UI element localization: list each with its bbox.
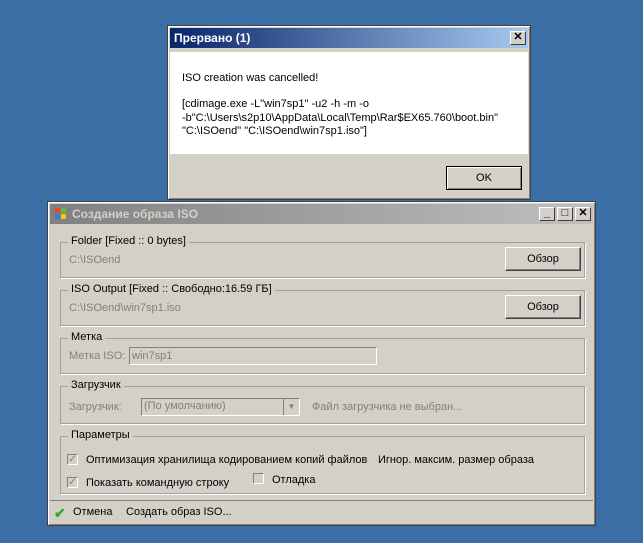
iso-output-path: C:\ISOend\win7sp1.iso (69, 302, 181, 314)
main-window: Создание образа ISO _ □ ✕ Folder [Fixed … (47, 201, 596, 526)
iso-output-group: ISO Output [Fixed :: Свободно:16.59 ГБ] … (60, 283, 585, 326)
iso-output-legend: ISO Output [Fixed :: Свободно:16.59 ГБ] (68, 283, 275, 295)
close-icon[interactable]: ✕ (510, 31, 526, 45)
dialog-title: Прервано (1) (174, 31, 251, 45)
folder-group: Folder [Fixed :: 0 bytes] C:\ISOend Обзо… (60, 235, 585, 278)
main-title: Создание образа ISO (72, 207, 199, 221)
opt2-label[interactable]: Игнор. максим. размер образа (378, 454, 534, 466)
minimize-icon[interactable]: _ (539, 207, 555, 221)
params-group: Параметры ✓ Оптимизация хранилища кодиро… (60, 429, 585, 494)
iso-browse-button[interactable]: Обзор (505, 295, 581, 319)
opt4-checkbox[interactable] (253, 473, 264, 484)
cancel-label: Отмена (73, 506, 113, 518)
boot-legend: Загрузчик (68, 379, 124, 391)
label-field-label: Метка ISO: (69, 350, 126, 362)
checkmark-icon: ✔ (54, 505, 66, 521)
boot-field-label: Загрузчик: (69, 401, 122, 413)
create-iso-button[interactable]: Создать образ ISO... (126, 506, 232, 518)
maximize-icon[interactable]: □ (557, 207, 573, 221)
opt3-checkbox[interactable]: ✓ (67, 477, 78, 488)
opt4-label: Отладка (272, 474, 316, 486)
label-group: Метка Метка ISO: win7sp1 (60, 331, 585, 374)
ok-button[interactable]: OK (446, 166, 522, 190)
command-line-text-1: [cdimage.exe -L"win7sp1" -u2 -h -m -o (182, 98, 369, 110)
dialog-message-text: ISO creation was cancelled! (182, 72, 319, 84)
opt1-checkbox[interactable]: ✓ (67, 454, 78, 465)
label-legend: Метка (68, 331, 106, 343)
params-legend: Параметры (68, 429, 133, 441)
boot-group: Загрузчик Загрузчик: (По умолчанию) ▼ Фа… (60, 379, 585, 424)
folder-browse-button[interactable]: Обзор (505, 247, 581, 271)
iso-label-input[interactable]: win7sp1 (129, 347, 377, 365)
dropdown-arrow-icon[interactable]: ▼ (283, 399, 299, 415)
dialog-titlebar[interactable]: Прервано (1) ✕ (170, 28, 528, 48)
opt1-label: Оптимизация хранилища кодированием копий… (86, 454, 368, 466)
command-line-text-3: "C:\ISOend" "C:\ISOend\win7sp1.iso"] (182, 125, 367, 137)
opt3-label: Показать командную строку (86, 477, 230, 489)
main-titlebar[interactable]: Создание образа ISO _ □ ✕ (50, 204, 593, 224)
windows-logo-icon (54, 207, 68, 221)
boot-status: Файл загрузчика не выбран... (312, 401, 463, 413)
cancelled-dialog: Прервано (1) ✕ ISO creation was cancelle… (167, 25, 531, 200)
command-line-text-2: -b"C:\Users\s2p10\AppData\Local\Temp\Rar… (182, 112, 498, 124)
boot-select-value: (По умолчанию) (144, 400, 226, 412)
close-main-icon[interactable]: ✕ (575, 207, 591, 221)
footer-divider (50, 500, 593, 501)
folder-path: C:\ISOend (69, 254, 121, 266)
folder-legend: Folder [Fixed :: 0 bytes] (68, 235, 189, 247)
boot-select[interactable]: (По умолчанию) ▼ (141, 398, 300, 416)
